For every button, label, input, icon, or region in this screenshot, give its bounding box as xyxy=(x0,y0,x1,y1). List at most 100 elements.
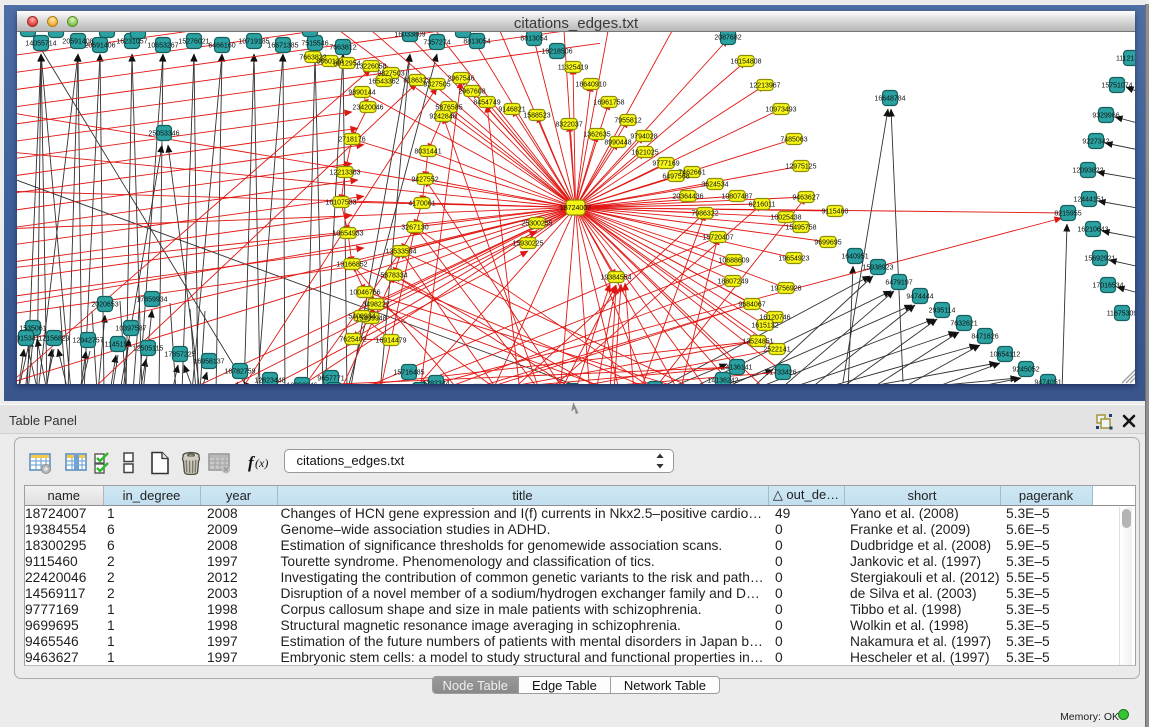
svg-text:2087682: 2087682 xyxy=(714,35,741,42)
svg-text:3915341: 3915341 xyxy=(17,336,40,343)
svg-text:16210643: 16210643 xyxy=(1077,227,1108,234)
svg-text:1621025: 1621025 xyxy=(631,150,658,157)
svg-text:10654112: 10654112 xyxy=(990,352,1021,359)
svg-text:7625402: 7625402 xyxy=(339,337,366,344)
svg-text:16543362: 16543362 xyxy=(368,79,399,86)
svg-text:8813054: 8813054 xyxy=(463,39,490,46)
svg-text:15930225: 15930225 xyxy=(512,241,543,248)
svg-text:1535061: 1535061 xyxy=(19,326,46,333)
svg-text:14055714: 14055714 xyxy=(25,41,56,48)
svg-text:7357274: 7357274 xyxy=(423,40,450,47)
svg-text:2522141: 2522141 xyxy=(763,347,790,354)
svg-text:9115460: 9115460 xyxy=(822,209,849,216)
svg-text:10719185: 10719185 xyxy=(238,39,269,46)
svg-text:7515546: 7515546 xyxy=(301,41,328,48)
svg-text:13226058: 13226058 xyxy=(355,64,386,71)
svg-text:6216011: 6216011 xyxy=(749,202,776,209)
svg-text:2967608: 2967608 xyxy=(458,89,485,96)
svg-text:10654933: 10654933 xyxy=(332,231,363,238)
svg-text:9427552: 9427552 xyxy=(411,177,438,184)
svg-text:19384554: 19384554 xyxy=(600,275,631,282)
svg-text:15276021: 15276021 xyxy=(178,39,209,46)
svg-text:1733426: 1733426 xyxy=(769,370,796,377)
svg-text:9777169: 9777169 xyxy=(652,161,679,168)
svg-text:16958137: 16958137 xyxy=(193,359,224,366)
svg-text:17016534: 17016534 xyxy=(1092,283,1123,290)
svg-text:16961758: 16961758 xyxy=(593,100,624,107)
svg-text:9827503: 9827503 xyxy=(377,71,404,78)
svg-text:19654923: 19654923 xyxy=(778,256,809,263)
svg-text:9684067: 9684067 xyxy=(738,302,765,309)
svg-text:12156829: 12156829 xyxy=(38,336,69,343)
svg-text:10292346: 10292346 xyxy=(286,383,317,385)
svg-text:20364436: 20364436 xyxy=(672,194,703,201)
svg-text:8031441: 8031441 xyxy=(414,149,441,156)
svg-text:15692921: 15692921 xyxy=(1084,256,1115,263)
svg-text:13524851: 13524851 xyxy=(742,339,773,346)
svg-text:10688609: 10688609 xyxy=(718,258,749,265)
svg-text:13533594: 13533594 xyxy=(385,249,416,256)
svg-text:10397587: 10397587 xyxy=(115,326,146,333)
svg-text:7485063: 7485063 xyxy=(780,137,807,144)
svg-text:2967546: 2967546 xyxy=(447,76,474,83)
svg-text:3267130: 3267130 xyxy=(401,225,428,232)
svg-text:8454749: 8454749 xyxy=(473,100,500,107)
svg-text:17859934: 17859934 xyxy=(136,297,167,304)
svg-text:9227342: 9227342 xyxy=(1082,139,1109,146)
svg-text:12444151: 12444151 xyxy=(1073,197,1104,204)
svg-text:2718176: 2718176 xyxy=(338,137,365,144)
svg-text:14136242: 14136242 xyxy=(707,378,738,385)
svg-text:12213363: 12213363 xyxy=(329,170,360,177)
svg-text:16033809: 16033809 xyxy=(394,32,425,39)
svg-text:1615132: 1615132 xyxy=(751,323,778,330)
svg-text:19166852: 19166852 xyxy=(336,262,367,269)
svg-text:9329966: 9329966 xyxy=(1092,113,1119,120)
svg-text:8215955: 8215955 xyxy=(1054,211,1081,218)
svg-text:9463627: 9463627 xyxy=(792,195,819,202)
svg-text:9327505: 9327505 xyxy=(423,82,450,89)
svg-text:16231057: 16231057 xyxy=(116,39,147,46)
svg-text:18640910: 18640910 xyxy=(575,82,606,89)
svg-text:1362635: 1362635 xyxy=(583,132,610,139)
svg-text:10653267: 10653267 xyxy=(147,43,178,50)
svg-text:8471626: 8471626 xyxy=(971,334,998,341)
svg-text:5409934: 5409934 xyxy=(348,314,375,321)
svg-text:23420046: 23420046 xyxy=(352,105,383,112)
svg-text:15716485: 15716485 xyxy=(393,370,424,377)
svg-text:8322037: 8322037 xyxy=(555,122,582,129)
svg-text:1282344: 1282344 xyxy=(422,381,449,385)
svg-text:9699695: 9699695 xyxy=(814,240,841,247)
svg-text:9146821: 9146821 xyxy=(498,107,525,114)
svg-text:16671385: 16671385 xyxy=(267,43,298,50)
svg-text:2935114: 2935114 xyxy=(929,308,956,315)
svg-text:10025438: 10025438 xyxy=(770,215,801,222)
svg-text:9794028: 9794028 xyxy=(630,134,657,141)
svg-text:3624534: 3624534 xyxy=(701,182,728,189)
svg-text:18807249: 18807249 xyxy=(717,279,748,286)
svg-text:15720407: 15720407 xyxy=(702,235,733,242)
svg-text:15938923: 15938923 xyxy=(862,265,893,272)
svg-text:14136141: 14136141 xyxy=(721,365,752,372)
svg-text:15751074: 15751074 xyxy=(1101,83,1132,90)
svg-text:11121314: 11121314 xyxy=(1116,56,1135,63)
svg-text:9245052: 9245052 xyxy=(1012,367,1039,374)
svg-text:10046766: 10046766 xyxy=(349,290,380,297)
svg-text:2020653: 2020653 xyxy=(91,302,118,309)
svg-text:10807487: 10807487 xyxy=(721,194,752,201)
svg-text:16154808: 16154808 xyxy=(730,59,761,66)
svg-text:7986322: 7986322 xyxy=(691,211,718,218)
svg-text:7632621: 7632621 xyxy=(950,321,977,328)
svg-text:19218506: 19218506 xyxy=(541,49,572,56)
svg-text:9474051: 9474051 xyxy=(1034,380,1061,385)
svg-text:16914479: 16914479 xyxy=(375,338,406,345)
svg-text:12942757: 12942757 xyxy=(72,338,103,345)
svg-text:15495758: 15495758 xyxy=(785,225,816,232)
svg-text:10973493: 10973493 xyxy=(765,107,796,114)
svg-text:7663812: 7663812 xyxy=(329,45,356,52)
svg-text:17857225: 17857225 xyxy=(164,352,195,359)
svg-text:6466160: 6466160 xyxy=(208,43,235,50)
svg-text:16107533: 16107533 xyxy=(325,200,356,207)
svg-text:12823448: 12823448 xyxy=(254,378,285,385)
svg-text:11325419: 11325419 xyxy=(558,65,589,72)
svg-text:1145193: 1145193 xyxy=(105,342,132,349)
